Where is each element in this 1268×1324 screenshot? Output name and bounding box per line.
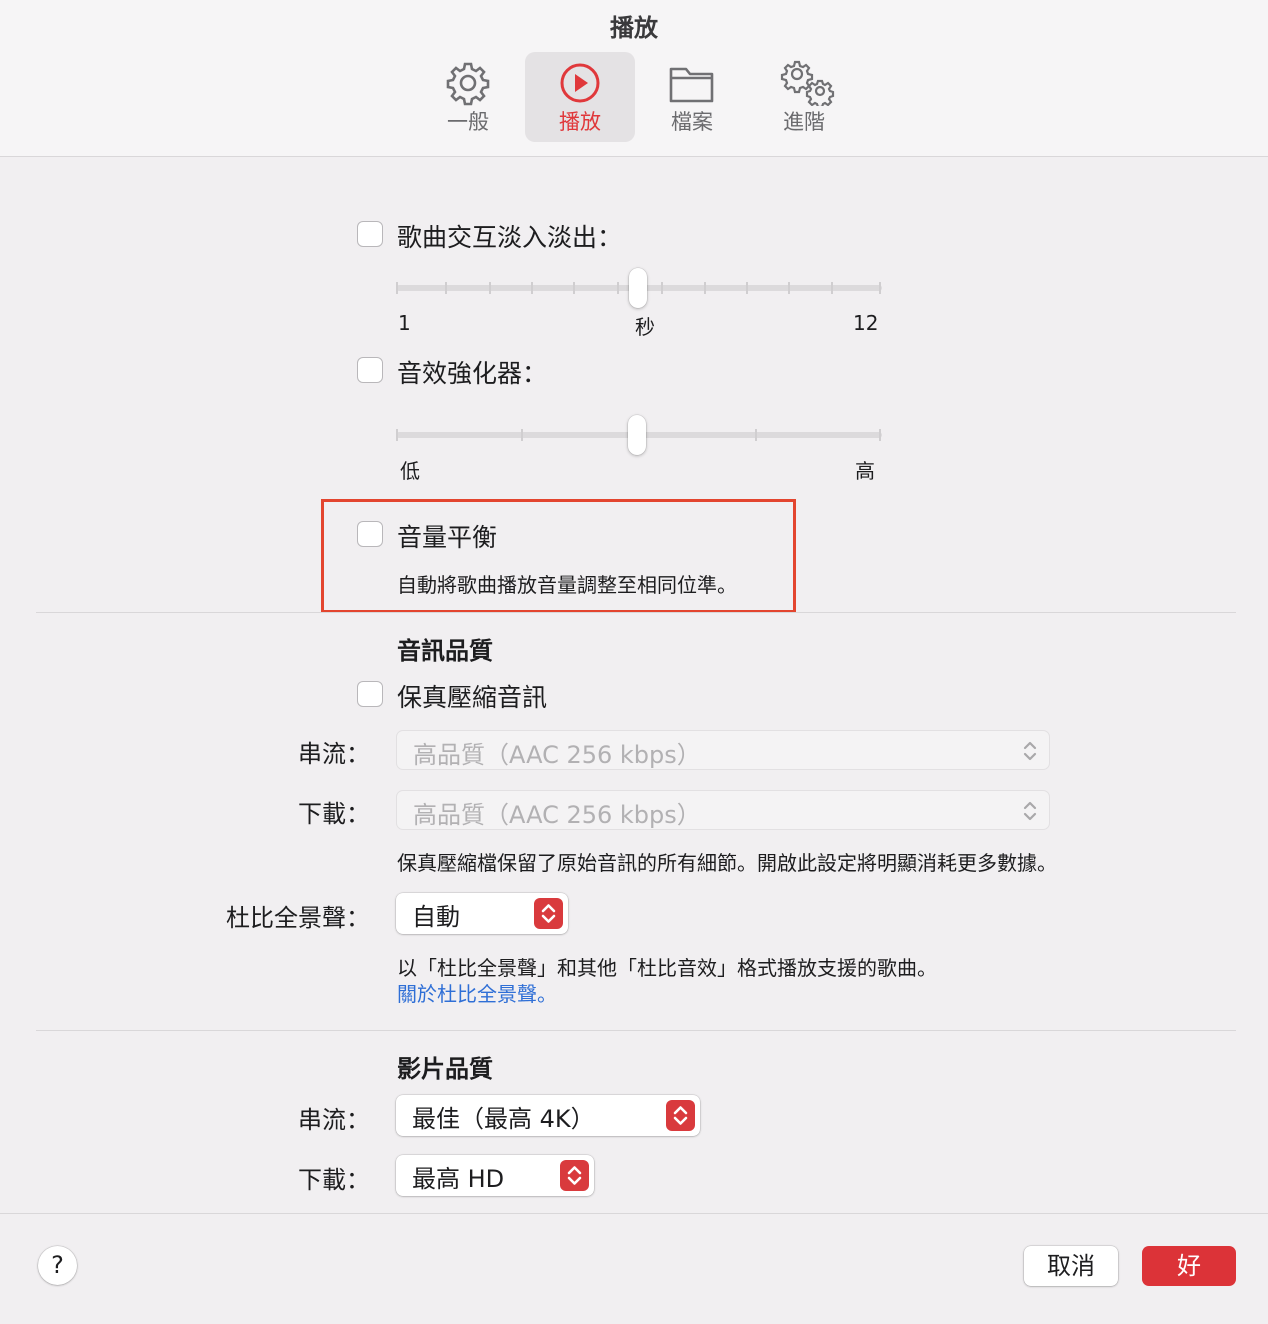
tab-playback[interactable]: 播放: [525, 52, 635, 142]
slider-tick: [396, 429, 398, 441]
slider-tick: [617, 282, 619, 294]
enhancer-checkbox[interactable]: [357, 357, 383, 383]
chevron-updown-icon: [1023, 741, 1037, 761]
chevron-updown-icon: [673, 1106, 688, 1125]
help-button[interactable]: ?: [38, 1246, 77, 1285]
slider-tick: [661, 282, 663, 294]
slider-tick: [746, 282, 748, 294]
folder-icon: [669, 67, 714, 103]
slider-tick: [531, 282, 533, 294]
window-title: 播放: [610, 14, 658, 42]
sound-check-checkbox[interactable]: [357, 521, 383, 547]
video-download-value: 最高 HD: [412, 1165, 505, 1193]
tab-files[interactable]: 檔案: [637, 52, 747, 142]
enhancer-label: 音效強化器：: [397, 359, 548, 388]
lossless-label: 保真壓縮音訊: [397, 683, 548, 712]
audio-download-value: 高品質（AAC 256 kbps）: [413, 801, 701, 829]
cancel-button[interactable]: 取消: [1024, 1246, 1118, 1286]
chevron-updown-icon: [567, 1166, 582, 1185]
slider-tick: [445, 282, 447, 294]
tab-general-label: 一般: [447, 110, 489, 134]
slider-tick: [788, 282, 790, 294]
atmos-link[interactable]: 關於杜比全景聲。: [397, 978, 557, 1007]
divider: [36, 612, 1236, 613]
enhancer-max-label: 高: [855, 459, 875, 483]
crossfade-label: 歌曲交互淡入淡出：: [397, 223, 623, 252]
video-download-label: 下載：: [298, 1166, 370, 1194]
atmos-note: 以「杜比全景聲」和其他「杜比音效」格式播放支援的歌曲。: [397, 956, 937, 980]
preferences-window: 播放 一般 播放 檔案 進階 歌曲交互淡入淡出： 1 秒 12 音效強化器： 低…: [0, 0, 1268, 1324]
play-circle-icon: [560, 63, 600, 103]
lossless-checkbox[interactable]: [357, 681, 383, 707]
enhancer-min-label: 低: [400, 459, 420, 483]
video-download-stepper: [560, 1160, 589, 1191]
crossfade-min-label: 1: [398, 311, 411, 335]
tab-files-label: 檔案: [671, 110, 713, 134]
crossfade-checkbox[interactable]: [357, 221, 383, 247]
audio-download-select[interactable]: 高品質（AAC 256 kbps）: [396, 790, 1050, 830]
ok-button[interactable]: 好: [1142, 1246, 1236, 1286]
toolbar: 播放 一般 播放 檔案 進階: [0, 0, 1268, 157]
slider-tick: [521, 429, 523, 441]
atmos-stepper: [534, 898, 563, 929]
atmos-label: 杜比全景聲：: [226, 904, 370, 932]
slider-tick: [489, 282, 491, 294]
crossfade-max-label: 12: [853, 311, 879, 335]
slider-tick: [831, 282, 833, 294]
slider-tick: [573, 282, 575, 294]
audio-streaming-value: 高品質（AAC 256 kbps）: [413, 741, 701, 769]
audio-streaming-label: 串流：: [298, 740, 370, 768]
video-streaming-value: 最佳（最高 4K）: [412, 1105, 595, 1133]
gears-icon: [780, 60, 835, 106]
audio-download-label: 下載：: [298, 800, 370, 828]
tab-general[interactable]: 一般: [413, 52, 523, 142]
video-download-select[interactable]: 最高 HD: [396, 1155, 594, 1196]
sound-check-label: 音量平衡: [397, 523, 498, 552]
sound-check-description: 自動將歌曲播放音量調整至相同位準。: [397, 573, 737, 597]
lossless-note: 保真壓縮檔保留了原始音訊的所有細節。開啟此設定將明顯消耗更多數據。: [397, 851, 1057, 875]
slider-tick: [396, 282, 398, 294]
gear-icon: [446, 62, 490, 106]
atmos-select[interactable]: 自動: [396, 893, 568, 934]
video-streaming-label: 串流：: [298, 1106, 370, 1134]
audio-streaming-select[interactable]: 高品質（AAC 256 kbps）: [396, 730, 1050, 770]
tab-advanced[interactable]: 進階: [749, 52, 859, 142]
divider: [36, 1030, 1236, 1031]
atmos-value: 自動: [412, 903, 460, 931]
divider: [0, 1213, 1268, 1214]
crossfade-unit-label: 秒: [635, 315, 655, 339]
tab-playback-label: 播放: [559, 110, 601, 134]
slider-tick: [879, 429, 881, 441]
crossfade-slider-knob[interactable]: [629, 268, 647, 308]
video-streaming-stepper: [666, 1100, 695, 1131]
slider-tick: [755, 429, 757, 441]
chevron-updown-icon: [541, 904, 556, 923]
audio-quality-heading: 音訊品質: [397, 637, 493, 665]
video-streaming-select[interactable]: 最佳（最高 4K）: [396, 1095, 700, 1136]
tab-advanced-label: 進階: [783, 110, 825, 134]
slider-tick: [704, 282, 706, 294]
enhancer-slider-knob[interactable]: [628, 415, 646, 455]
video-quality-heading: 影片品質: [397, 1055, 493, 1083]
chevron-updown-icon: [1023, 801, 1037, 821]
slider-tick: [879, 282, 881, 294]
